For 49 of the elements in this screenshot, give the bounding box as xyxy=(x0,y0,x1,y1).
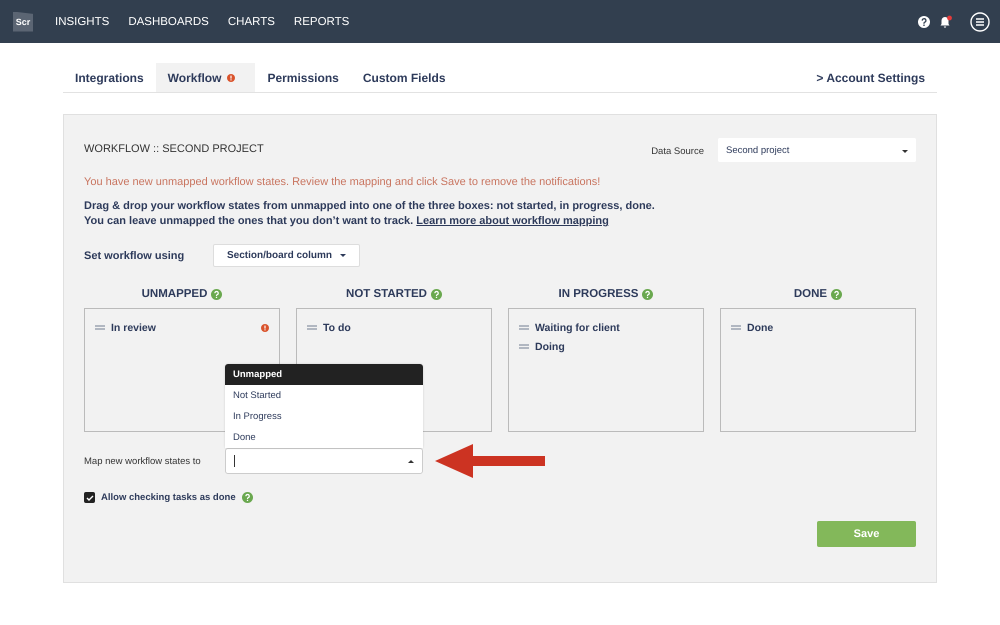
drag-handle-icon[interactable] xyxy=(307,325,317,330)
caret-icon xyxy=(902,150,908,153)
checkbox[interactable] xyxy=(84,492,95,503)
column-title: NOT STARTED xyxy=(346,288,427,300)
nav-link[interactable]: DASHBOARDS xyxy=(128,16,209,28)
map-new-label: Map new workflow states to xyxy=(84,456,202,466)
instructions-text: Drag & drop your workflow states from unmapped into one of the three boxes: not started, in progress, done. xyxy=(84,200,656,212)
drag-handle-icon[interactable] xyxy=(519,325,529,330)
help-icon[interactable] xyxy=(918,16,930,28)
tab[interactable]: Workflow xyxy=(156,63,256,92)
caret-icon xyxy=(340,254,346,257)
dropdown-option[interactable]: Done xyxy=(225,427,423,448)
set-workflow-dropdown[interactable]: Section/board column xyxy=(213,244,360,267)
tab[interactable]: Integrations xyxy=(63,63,156,92)
workflow-state[interactable]: In review xyxy=(111,322,156,334)
drag-handle-icon[interactable] xyxy=(95,325,105,330)
nav-link[interactable]: CHARTS xyxy=(228,16,275,28)
menu-icon[interactable] xyxy=(970,12,990,32)
caret-icon xyxy=(408,460,414,462)
account-settings-link[interactable]: > Account Settings xyxy=(816,63,937,92)
nav-link[interactable]: INSIGHTS xyxy=(55,16,110,28)
set-workflow-label: Set workflow using xyxy=(84,250,186,262)
checkbox-label[interactable]: Allow checking tasks as done xyxy=(101,492,236,503)
map-new-select[interactable] xyxy=(225,448,423,474)
workflow-state[interactable]: Waiting for client xyxy=(535,322,620,334)
dropdown-option[interactable]: Not Started xyxy=(225,385,423,406)
bell-icon[interactable] xyxy=(939,14,953,28)
warning-message: You have new unmapped workflow states. Review the mapping and click Save to remove the notifications! xyxy=(84,176,602,188)
data-source-label: Data Source xyxy=(651,146,704,156)
data-source-select[interactable]: Second project xyxy=(718,138,916,162)
logo[interactable]: Scr xyxy=(13,12,33,32)
workflow-state[interactable]: Done xyxy=(747,322,774,334)
alert-icon xyxy=(261,324,269,332)
column-title: DONE xyxy=(794,288,828,300)
panel-title: WORKFLOW :: SECOND PROJECT xyxy=(84,143,264,155)
workflow-state[interactable]: Doing xyxy=(535,340,565,352)
column-title: UNMAPPED xyxy=(142,288,208,300)
nav-link[interactable]: REPORTS xyxy=(294,16,350,28)
column-title: IN PROGRESS xyxy=(558,288,638,300)
workflow-state[interactable]: To do xyxy=(323,322,351,334)
drag-handle-icon[interactable] xyxy=(519,344,529,349)
learn-more-link[interactable]: Learn more about workflow mapping xyxy=(416,215,609,227)
drag-handle-icon[interactable] xyxy=(731,325,741,330)
alert-icon xyxy=(227,74,236,82)
dropdown-option[interactable]: In Progress xyxy=(225,406,423,427)
instructions-text: You can leave unmapped the ones that you don’t want to track. Learn more about workflow mapping xyxy=(84,215,610,227)
tab[interactable]: Custom Fields xyxy=(350,63,458,92)
tab[interactable]: Permissions xyxy=(255,63,351,92)
dropdown-option[interactable]: Unmapped xyxy=(225,364,423,385)
